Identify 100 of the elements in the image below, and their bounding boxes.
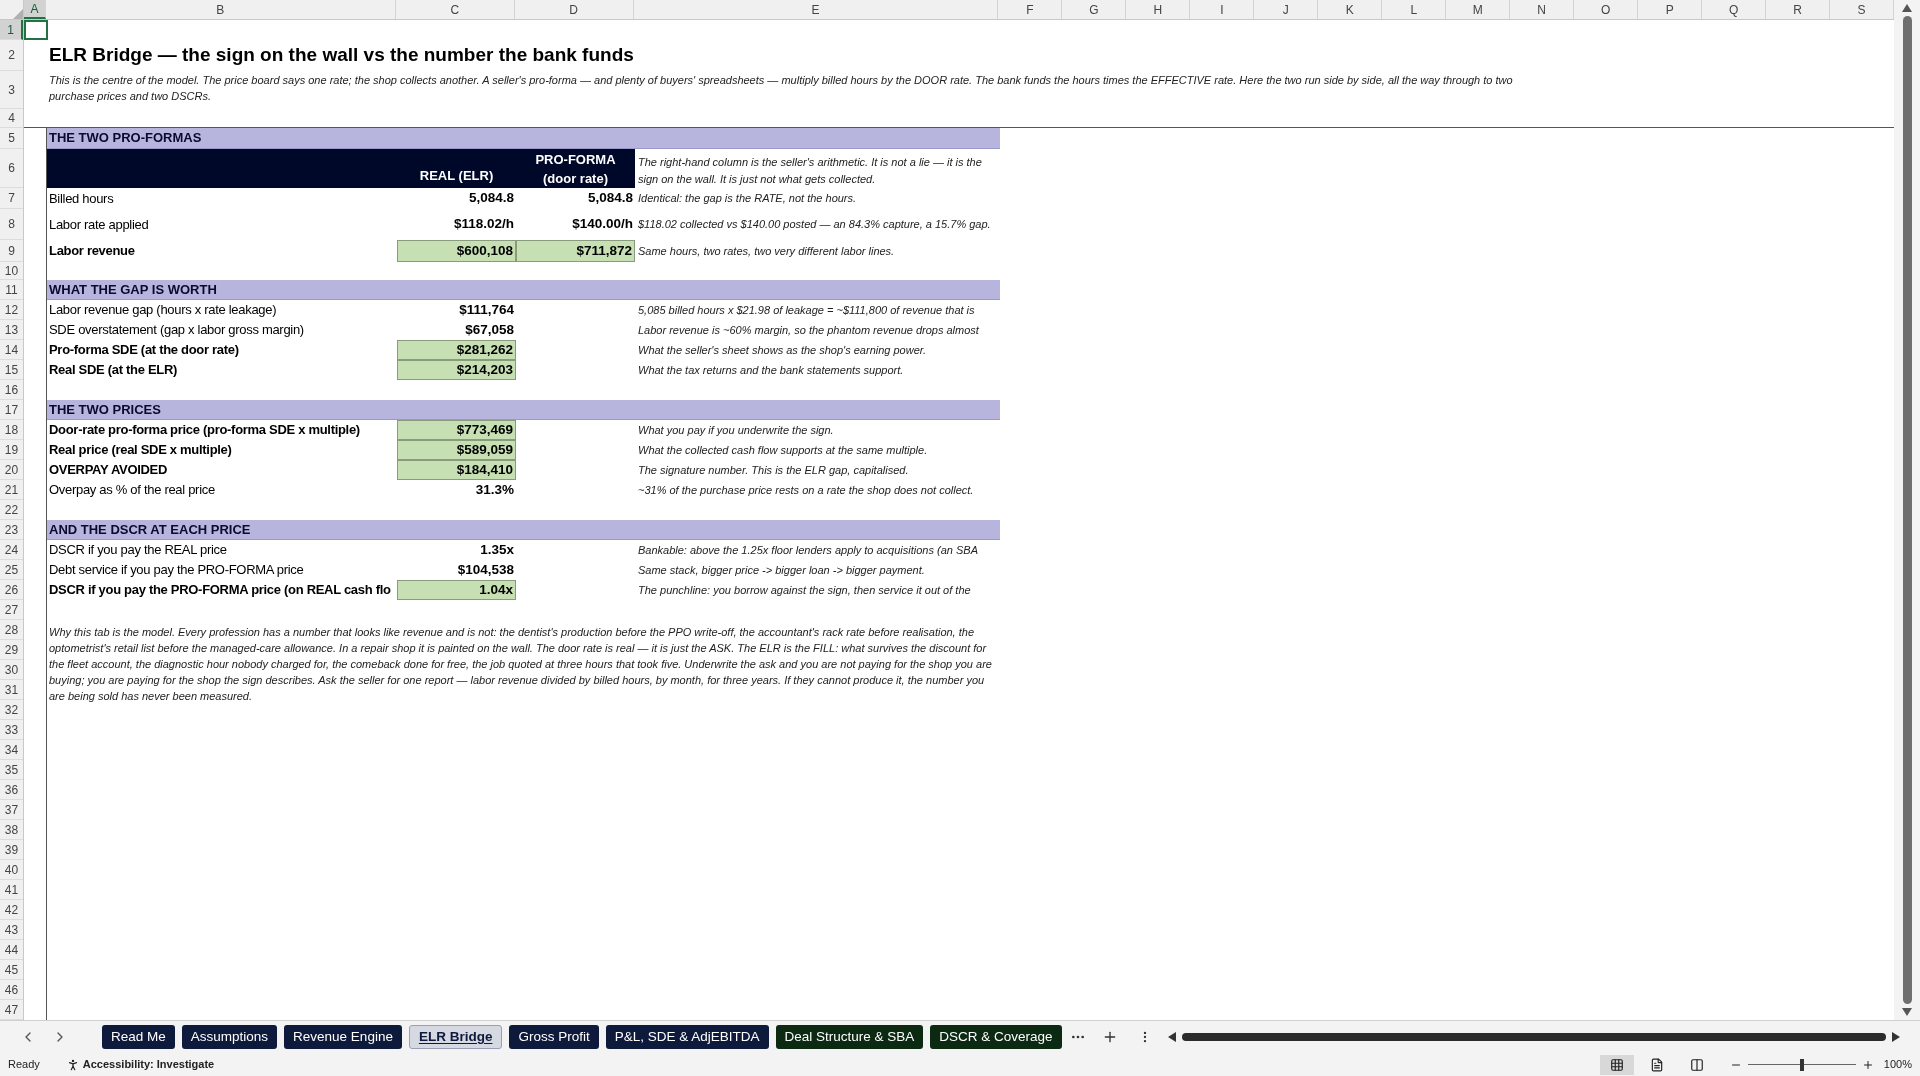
column-letter[interactable]: N	[1510, 0, 1575, 19]
corner-triangle-icon	[13, 9, 23, 19]
row-number[interactable]: 26	[0, 580, 23, 600]
column-letter[interactable]: C	[395, 0, 515, 19]
column-letter[interactable]: A	[24, 0, 46, 19]
row-number[interactable]: 35	[0, 760, 23, 780]
sheet-tab[interactable]: DSCR & Coverage	[930, 1025, 1062, 1049]
row-number[interactable]: 36	[0, 780, 23, 800]
value-cell: $281,262	[397, 340, 516, 360]
row-number[interactable]: 3	[0, 71, 23, 109]
accessibility-status[interactable]: Accessibility: Investigate	[82, 1056, 215, 1073]
row-number[interactable]: 8	[0, 209, 23, 240]
row-number[interactable]: 40	[0, 860, 23, 880]
horizontal-scrollbar[interactable]	[1181, 1033, 1886, 1041]
row-number[interactable]: 6	[0, 149, 23, 188]
column-letter[interactable]: K	[1318, 0, 1383, 19]
row-number[interactable]: 11	[0, 280, 23, 300]
row-number[interactable]: 10	[0, 262, 23, 280]
column-letter[interactable]: M	[1446, 0, 1511, 19]
row-number[interactable]: 23	[0, 520, 23, 540]
row-label: Labor rate applied	[49, 215, 149, 234]
row-number[interactable]: 33	[0, 720, 23, 740]
sheet-tab[interactable]: ELR Bridge	[408, 1025, 503, 1049]
row-number[interactable]: 22	[0, 500, 23, 520]
scroll-up-icon[interactable]	[1902, 4, 1912, 12]
row-number[interactable]: 39	[0, 840, 23, 860]
row-number[interactable]: 13	[0, 320, 23, 340]
column-letter[interactable]: J	[1254, 0, 1319, 19]
row-number[interactable]: 29	[0, 640, 23, 660]
value-cell: 1.04x	[397, 580, 516, 600]
row-number[interactable]: 46	[0, 980, 23, 1000]
row-number[interactable]: 28	[0, 620, 23, 640]
row-number[interactable]: 42	[0, 900, 23, 920]
row-number[interactable]: 4	[0, 109, 23, 128]
row-number[interactable]: 1	[0, 20, 23, 40]
scroll-down-icon[interactable]	[1902, 1008, 1912, 1016]
column-letter[interactable]: O	[1574, 0, 1639, 19]
column-letter[interactable]: E	[633, 0, 999, 19]
note-text: The punchline: you borrow against the sign, then service it out of the	[638, 582, 971, 598]
column-letter[interactable]: L	[1382, 0, 1447, 19]
scroll-left-icon[interactable]	[1167, 1032, 1176, 1042]
note-text: 5,085 billed hours x $21.98 of leakage = ~$111,800 of revenue that is	[638, 302, 975, 318]
row-number[interactable]: 32	[0, 700, 23, 720]
row-number[interactable]: 16	[0, 380, 23, 400]
row-number[interactable]: 18	[0, 420, 23, 440]
row-number[interactable]: 7	[0, 188, 23, 209]
row-number[interactable]: 27	[0, 600, 23, 620]
sheet-tab[interactable]: Gross Profit	[509, 1025, 599, 1049]
column-letter[interactable]: P	[1638, 0, 1703, 19]
column-letter[interactable]: F	[998, 0, 1063, 19]
column-letter[interactable]: Q	[1702, 0, 1767, 19]
sheet-tab[interactable]: Revenue Engine	[284, 1025, 402, 1049]
row-number[interactable]: 17	[0, 400, 23, 420]
sheet-tab[interactable]: P&L, SDE & AdjEBITDA	[605, 1025, 769, 1049]
note-text: Bankable: above the 1.25x floor lenders apply to acquisitions (an SBA	[638, 542, 978, 558]
row-number[interactable]: 44	[0, 940, 23, 960]
sheet-tab[interactable]: Deal Structure & SBA	[775, 1025, 924, 1049]
column-letter[interactable]: D	[514, 0, 634, 19]
row-label: Billed hours	[49, 189, 114, 208]
normal-view-button[interactable]	[1599, 1054, 1634, 1075]
value-cell: $184,410	[397, 460, 516, 480]
row-number[interactable]: 14	[0, 340, 23, 360]
row-number[interactable]: 5	[0, 128, 23, 149]
column-letter[interactable]: I	[1190, 0, 1255, 19]
row-number[interactable]: 2	[0, 40, 23, 71]
column-letter[interactable]: R	[1766, 0, 1831, 19]
sheet-tab[interactable]: Read Me	[102, 1025, 175, 1049]
row-number[interactable]: 45	[0, 960, 23, 980]
zoom-slider-thumb[interactable]	[1799, 1058, 1804, 1071]
sheet-tab[interactable]: Assumptions	[181, 1025, 278, 1049]
row-number[interactable]: 34	[0, 740, 23, 760]
row-number[interactable]: 41	[0, 880, 23, 900]
section-header: AND THE DSCR AT EACH PRICE	[47, 520, 1000, 540]
row-number[interactable]: 38	[0, 820, 23, 840]
note-text: The signature number. This is the ELR gap, capitalised.	[638, 462, 909, 478]
note-text: Identical: the gap is the RATE, not the hours.	[638, 191, 857, 207]
note-text: ~31% of the purchase price rests on a rate the shop does not collect.	[638, 482, 974, 498]
row-number[interactable]: 9	[0, 240, 23, 262]
row-number[interactable]: 15	[0, 360, 23, 380]
row-number[interactable]: 25	[0, 560, 23, 580]
scroll-right-icon[interactable]	[1892, 1032, 1900, 1042]
row-number[interactable]: 37	[0, 800, 23, 820]
column-letter[interactable]: B	[45, 0, 396, 19]
row-number[interactable]: 31	[0, 680, 23, 700]
selected-cell[interactable]	[24, 20, 48, 40]
row-label: DSCR if you pay the PRO-FORMA price (on REAL cash flo	[49, 581, 391, 600]
row-number[interactable]: 43	[0, 920, 23, 940]
vertical-scrollbar[interactable]	[1894, 0, 1920, 1020]
row-number[interactable]: 30	[0, 660, 23, 680]
row-number[interactable]: 20	[0, 460, 23, 480]
zoom-in-icon[interactable]	[1861, 1058, 1874, 1071]
column-letter[interactable]: G	[1062, 0, 1127, 19]
scroll-thumb[interactable]	[1902, 16, 1912, 1004]
row-number[interactable]: 24	[0, 540, 23, 560]
zoom-level[interactable]: 100%	[1883, 1056, 1912, 1073]
row-number[interactable]: 12	[0, 300, 23, 320]
column-letter[interactable]: H	[1126, 0, 1191, 19]
value-cell-text: 31.3%	[474, 480, 515, 499]
row-number[interactable]: 19	[0, 440, 23, 460]
row-number[interactable]: 21	[0, 480, 23, 500]
